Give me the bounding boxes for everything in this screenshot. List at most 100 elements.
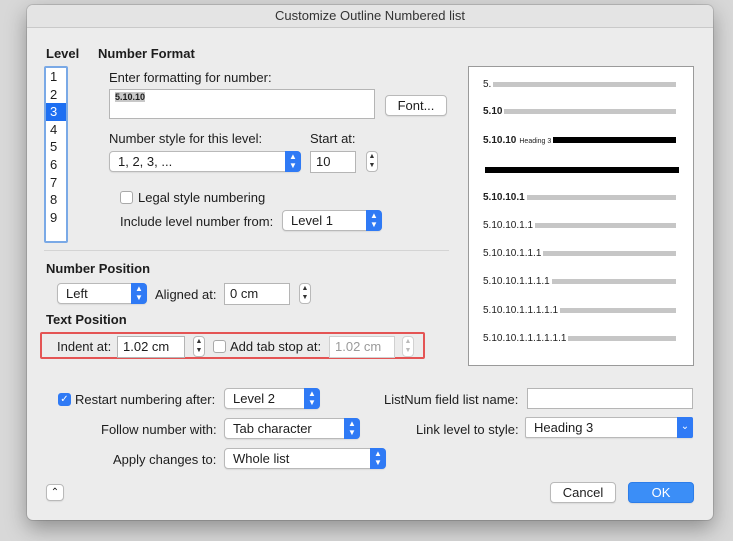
- preview-pane: 5. 5.10 5.10.10 Heading 3 5.10.10.1 5.10.10.1…: [468, 66, 694, 366]
- restart-level-value: Level 2: [233, 391, 275, 406]
- number-position-heading: Number Position: [46, 261, 151, 276]
- preview-row: 5.10.10.1.1.1.1: [483, 276, 676, 288]
- listnum-name-label: ListNum field list name:: [384, 392, 519, 407]
- level-item-1[interactable]: 1: [46, 68, 66, 86]
- level-item-7[interactable]: 7: [46, 174, 66, 192]
- preview-line: [551, 278, 676, 284]
- preview-number: 5.10.10.1.1.1.1: [483, 276, 550, 287]
- preview-number: 5.10.10: [483, 135, 517, 146]
- preview-line: [560, 307, 677, 313]
- format-input[interactable]: 5.10.10: [109, 89, 375, 119]
- link-style-value: Heading 3: [534, 420, 594, 435]
- font-button[interactable]: Font...: [385, 95, 447, 116]
- level-item-6[interactable]: 6: [46, 156, 66, 174]
- ok-button[interactable]: OK: [628, 482, 694, 503]
- format-value: 5.10.10: [115, 92, 146, 102]
- preview-number: 5.10: [483, 106, 503, 117]
- include-level-select[interactable]: Level 1 ▲ ▼: [282, 210, 382, 231]
- preview-row: 5.10.10.1.1: [483, 220, 677, 232]
- enter-format-label: Enter formatting for number:: [109, 70, 272, 85]
- preview-row: 5.10.10.1: [483, 192, 676, 204]
- aligned-at-input[interactable]: 0 cm: [224, 283, 290, 305]
- include-level-value: Level 1: [291, 213, 333, 228]
- preview-number: 5.10.10.1.1.1.1.1: [483, 305, 559, 316]
- preview-line: [553, 137, 677, 144]
- legal-style-checkbox[interactable]: [120, 191, 133, 204]
- apply-changes-value: Whole list: [233, 451, 290, 466]
- preview-row: 5.10.10.1.1.1.1.1: [483, 305, 677, 317]
- start-at-label: Start at:: [310, 131, 356, 146]
- collapse-button[interactable]: ⌃: [46, 484, 64, 501]
- level-item-4[interactable]: 4: [46, 121, 66, 139]
- tab-stop-label: Add tab stop at:: [230, 339, 322, 354]
- chevron-up-icon: ⌃: [50, 487, 60, 498]
- preview-number: 5.10.10.1.1: [483, 220, 534, 231]
- chevron-updown-icon: ▲ ▼: [304, 388, 320, 409]
- include-level-label: Include level number from:: [120, 214, 274, 229]
- section-divider: [44, 250, 449, 251]
- preview-number: 5.10.10.1: [483, 192, 525, 203]
- start-at-stepper[interactable]: ▲ ▼: [366, 151, 378, 172]
- level-item-9[interactable]: 9: [46, 209, 66, 227]
- preview-row: [483, 165, 679, 177]
- number-alignment-value: Left: [66, 286, 88, 301]
- preview-row: 5.10.10 Heading 3: [483, 135, 677, 147]
- link-level-label: Link level to style:: [416, 422, 519, 437]
- preview-heading-label: Heading 3: [519, 138, 552, 145]
- number-alignment-select[interactable]: Left ▲ ▼: [57, 283, 147, 304]
- level-item-5[interactable]: 5: [46, 138, 66, 156]
- indent-at-input[interactable]: 1.02 cm: [117, 336, 185, 358]
- text-position-heading: Text Position: [46, 312, 127, 327]
- start-at-input[interactable]: 10: [310, 151, 356, 173]
- number-style-select[interactable]: 1, 2, 3, ... ▲ ▼: [109, 151, 301, 172]
- customize-dialog: Customize Outline Numbered list Level 12…: [27, 5, 713, 520]
- follow-number-label: Follow number with:: [101, 422, 217, 437]
- chevron-updown-icon: ▲ ▼: [131, 283, 147, 304]
- tab-stop-stepper[interactable]: ▲ ▼: [402, 336, 414, 357]
- preview-row: 5.: [483, 79, 677, 91]
- follow-number-select[interactable]: Tab character ▲ ▼: [224, 418, 360, 439]
- preview-line: [504, 108, 677, 114]
- level-heading: Level: [46, 46, 80, 61]
- preview-line: [535, 222, 677, 228]
- tab-stop-checkbox[interactable]: [213, 340, 226, 353]
- follow-number-value: Tab character: [233, 421, 312, 436]
- preview-number: 5.: [483, 79, 492, 90]
- level-item-2[interactable]: 2: [46, 86, 66, 104]
- preview-line: [485, 167, 679, 174]
- aligned-at-stepper[interactable]: ▲ ▼: [299, 283, 311, 304]
- aligned-at-label: Aligned at:: [155, 287, 217, 302]
- indent-at-stepper[interactable]: ▲ ▼: [193, 336, 205, 357]
- apply-changes-label: Apply changes to:: [113, 452, 217, 467]
- restart-level-select[interactable]: Level 2 ▲ ▼: [224, 388, 320, 409]
- preview-row: 5.10.10.1.1.1.1.1.1: [483, 333, 677, 345]
- number-format-heading: Number Format: [98, 46, 195, 61]
- restart-numbering-label: Restart numbering after:: [75, 392, 216, 407]
- apply-changes-select[interactable]: Whole list ▲ ▼: [224, 448, 386, 469]
- preview-line: [543, 250, 677, 256]
- preview-line: [568, 335, 677, 341]
- link-style-select[interactable]: Heading 3 ⌄: [525, 417, 693, 438]
- chevron-down-icon: ⌄: [677, 417, 693, 438]
- chevron-updown-icon: ▲ ▼: [370, 448, 386, 469]
- chevron-updown-icon: ▲ ▼: [344, 418, 360, 439]
- cancel-button[interactable]: Cancel: [550, 482, 616, 503]
- tab-stop-input[interactable]: 1.02 cm: [329, 336, 395, 358]
- level-item-3[interactable]: 3: [46, 103, 66, 121]
- restart-numbering-checkbox[interactable]: ✓: [58, 393, 71, 406]
- indent-at-label: Indent at:: [57, 339, 112, 354]
- dialog-title: Customize Outline Numbered list: [27, 5, 713, 28]
- chevron-updown-icon: ▲ ▼: [285, 151, 301, 172]
- preview-number: 5.10.10.1.1.1: [483, 248, 542, 259]
- preview-line: [526, 194, 676, 200]
- preview-row: 5.10.10.1.1.1: [483, 248, 677, 260]
- listnum-name-input[interactable]: [527, 388, 693, 409]
- number-style-label: Number style for this level:: [109, 131, 263, 146]
- preview-row: 5.10: [483, 106, 677, 118]
- level-item-8[interactable]: 8: [46, 191, 66, 209]
- preview-number: 5.10.10.1.1.1.1.1.1: [483, 333, 567, 344]
- chevron-updown-icon: ▲ ▼: [366, 210, 382, 231]
- legal-style-label: Legal style numbering: [138, 190, 266, 205]
- preview-line: [493, 81, 677, 87]
- level-list[interactable]: 123456789: [44, 66, 68, 243]
